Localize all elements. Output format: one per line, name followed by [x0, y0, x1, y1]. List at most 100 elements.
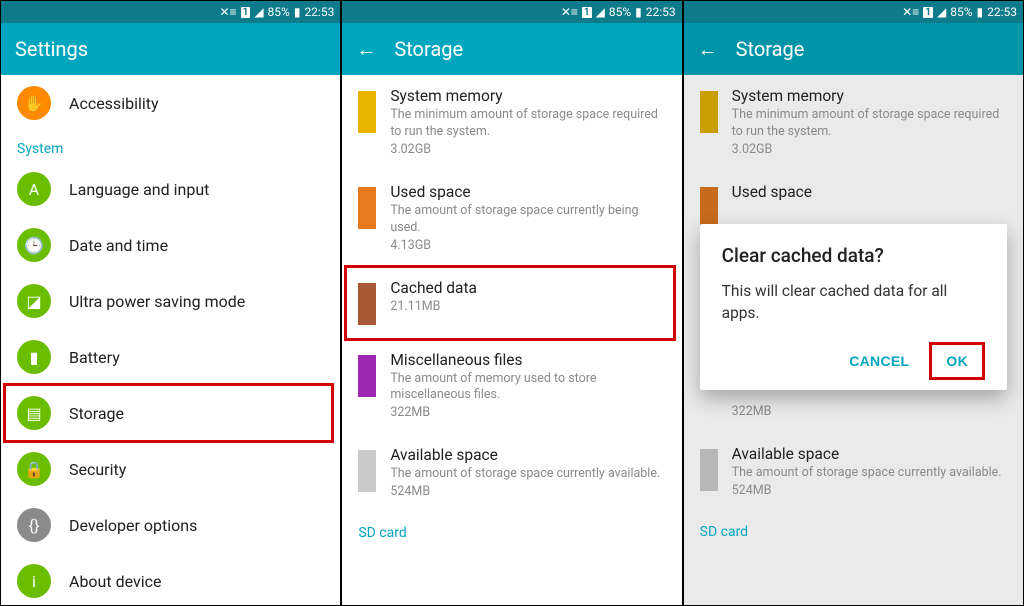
settings-list[interactable]: ✋ Accessibility System A Language and in… [1, 75, 340, 605]
row-cached-data[interactable]: Cached data 21.11MB [342, 267, 681, 339]
row-storage[interactable]: ▤ Storage [1, 385, 340, 441]
row-title: Used space [390, 183, 665, 201]
app-bar: Settings [1, 23, 340, 75]
row-system-memory: System memory The minimum amount of stor… [684, 75, 1023, 171]
battery-icon: ▮ [976, 5, 983, 19]
mute-icon: ✕≡ [561, 5, 578, 19]
storage-list[interactable]: System memory The minimum amount of stor… [342, 75, 681, 605]
mute-icon: ✕≡ [220, 5, 237, 19]
page-title: Storage [394, 37, 463, 61]
storage-icon: ▤ [17, 396, 51, 430]
row-desc: The amount of storage space currently av… [732, 465, 1007, 482]
row-desc: The amount of memory used to store misce… [390, 371, 665, 405]
sim-badge: 1 [582, 7, 592, 18]
signal-icon: ◢ [937, 5, 946, 19]
language-icon: A [17, 172, 51, 206]
signal-icon: ◢ [596, 5, 605, 19]
row-title: Cached data [390, 279, 665, 297]
row-value: 524MB [732, 483, 1007, 498]
sd-card-section: SD card [684, 512, 1023, 552]
row-system-memory[interactable]: System memory The minimum amount of stor… [342, 75, 681, 171]
cancel-button[interactable]: CANCEL [835, 342, 923, 380]
battery-icon: ▮ [294, 5, 301, 19]
panel-storage: ✕≡ 1 ◢ 85% ▮ 22:53 ← Storage System memo… [341, 0, 682, 606]
row-misc-files[interactable]: Miscellaneous files The amount of memory… [342, 339, 681, 435]
page-title: Settings [15, 37, 88, 61]
color-swatch [358, 450, 376, 492]
about-icon: i [17, 564, 51, 598]
developer-icon: {} [17, 508, 51, 542]
ok-button[interactable]: OK [932, 345, 982, 377]
row-used-space[interactable]: Used space The amount of storage space c… [342, 171, 681, 267]
row-ultra-power[interactable]: ◪ Ultra power saving mode [1, 273, 340, 329]
app-bar: ← Storage [684, 23, 1023, 75]
dialog-actions: CANCEL OK [722, 342, 985, 380]
clear-cache-dialog: Clear cached data? This will clear cache… [700, 224, 1007, 390]
row-security[interactable]: 🔒 Security [1, 441, 340, 497]
sim-badge: 1 [923, 7, 933, 18]
color-swatch [358, 91, 376, 133]
row-title: Miscellaneous files [390, 351, 665, 369]
row-value: 322MB [390, 405, 665, 420]
panel-settings: ✕≡ 1 ◢ 85% ▮ 22:53 Settings ✋ Accessibil… [0, 0, 341, 606]
row-title: Used space [732, 183, 1007, 201]
battery-percent: 85% [268, 5, 290, 19]
status-bar: ✕≡ 1 ◢ 85% ▮ 22:53 [1, 1, 340, 23]
highlight-ok: OK [929, 342, 985, 380]
color-swatch [358, 187, 376, 229]
row-about[interactable]: i About device [1, 553, 340, 605]
row-desc: The amount of storage space currently av… [390, 466, 665, 483]
status-bar: ✕≡ 1 ◢ 85% ▮ 22:53 [342, 1, 681, 23]
ultra-power-icon: ◪ [17, 284, 51, 318]
clock: 22:53 [646, 5, 676, 19]
storage-list-dimmed: System memory The minimum amount of stor… [684, 75, 1023, 605]
row-value: 21.11MB [390, 299, 665, 314]
row-available-space: Available space The amount of storage sp… [684, 433, 1023, 512]
row-language[interactable]: A Language and input [1, 161, 340, 217]
row-title: System memory [732, 87, 1007, 105]
battery-icon: ▮ [635, 5, 642, 19]
clock: 22:53 [987, 5, 1017, 19]
row-label: Battery [69, 348, 120, 367]
row-label: Accessibility [69, 94, 159, 113]
row-title: System memory [390, 87, 665, 105]
back-icon[interactable]: ← [698, 39, 718, 59]
row-desc: The minimum amount of storage space requ… [732, 107, 1007, 141]
sim-badge: 1 [241, 7, 251, 18]
row-desc: The minimum amount of storage space requ… [390, 107, 665, 141]
color-swatch [700, 91, 718, 133]
color-swatch [358, 283, 376, 325]
row-label: Storage [69, 404, 124, 423]
battery-percent: 85% [609, 5, 631, 19]
section-system: System [1, 131, 340, 161]
row-title: Available space [390, 446, 665, 464]
mute-icon: ✕≡ [902, 5, 919, 19]
dialog-title: Clear cached data? [722, 244, 985, 267]
row-value: 3.02GB [732, 142, 1007, 157]
datetime-icon: 🕒 [17, 228, 51, 262]
row-misc-value: 322MB [684, 403, 1023, 433]
app-bar: ← Storage [342, 23, 681, 75]
row-label: Date and time [69, 236, 168, 255]
row-accessibility[interactable]: ✋ Accessibility [1, 75, 340, 131]
signal-icon: ◢ [254, 5, 263, 19]
row-value: 524MB [390, 484, 665, 499]
row-available-space[interactable]: Available space The amount of storage sp… [342, 434, 681, 513]
row-developer[interactable]: {} Developer options [1, 497, 340, 553]
row-battery[interactable]: ▮ Battery [1, 329, 340, 385]
row-value: 3.02GB [390, 142, 665, 157]
battery-percent: 85% [950, 5, 972, 19]
row-label: Ultra power saving mode [69, 292, 245, 311]
battery-icon: ▮ [17, 340, 51, 374]
back-icon[interactable]: ← [356, 39, 376, 59]
security-icon: 🔒 [17, 452, 51, 486]
dialog-body: This will clear cached data for all apps… [722, 281, 985, 324]
dialog-scrim[interactable]: Clear cached data? This will clear cache… [684, 207, 1023, 407]
row-label: Security [69, 460, 126, 479]
color-swatch [358, 355, 376, 397]
row-label: Language and input [69, 180, 209, 199]
row-desc: The amount of storage space currently be… [390, 203, 665, 237]
row-datetime[interactable]: 🕒 Date and time [1, 217, 340, 273]
status-bar: ✕≡ 1 ◢ 85% ▮ 22:53 [684, 1, 1023, 23]
sd-card-section[interactable]: SD card [342, 513, 681, 553]
